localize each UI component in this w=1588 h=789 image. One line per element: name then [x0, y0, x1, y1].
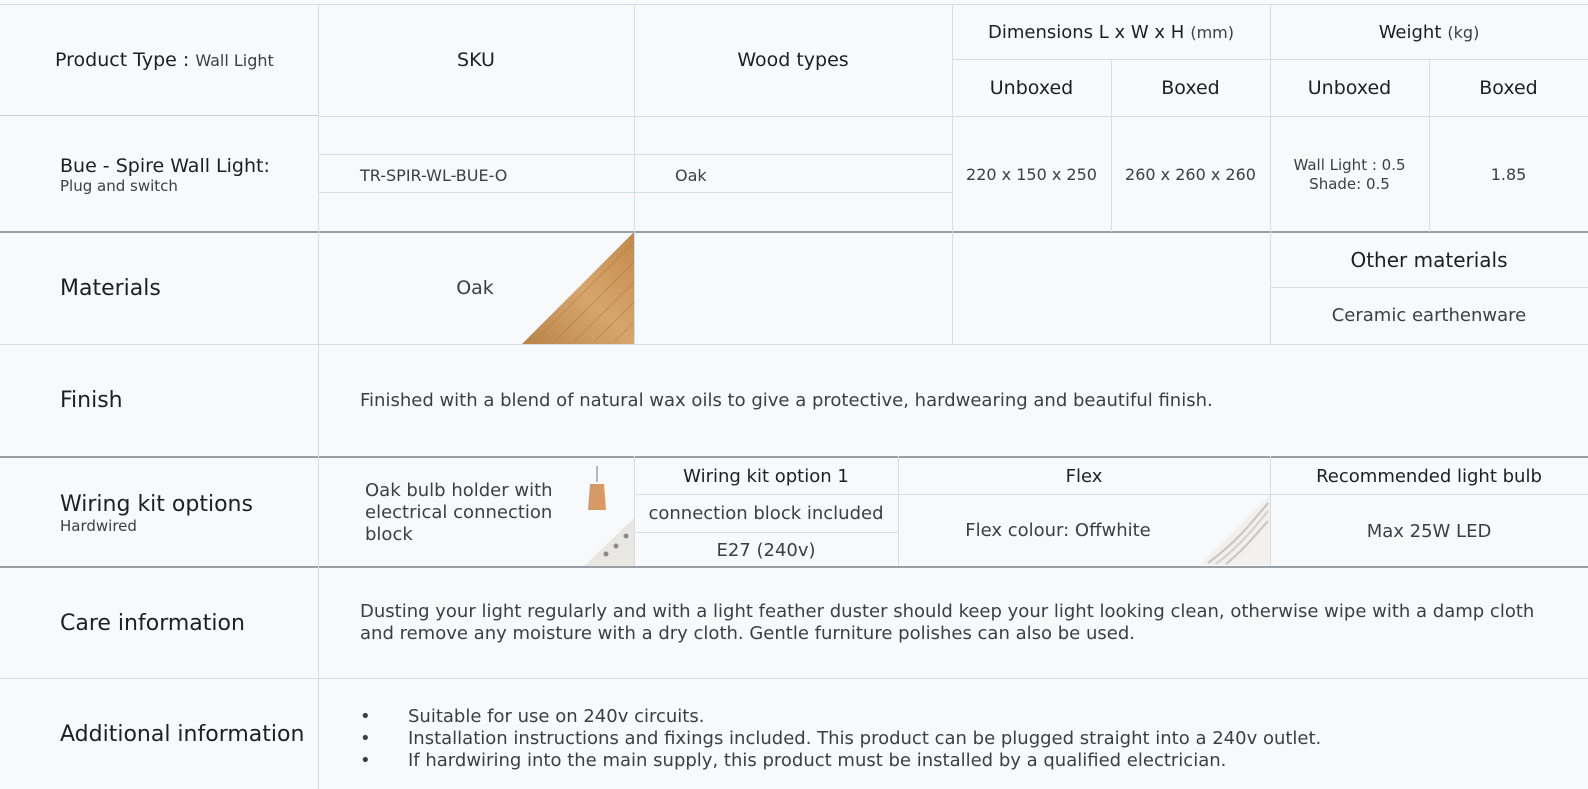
product-name-cell: Bue - Spire Wall Light: Plug and switch	[60, 155, 315, 215]
grid-line	[0, 678, 1588, 679]
grid-line	[0, 115, 318, 116]
dim-unboxed-header: Unboxed	[989, 76, 1074, 99]
other-materials-value: Ceramic earthenware	[1331, 305, 1527, 326]
grid-line	[1270, 287, 1588, 288]
product-type-label: Product Type :	[55, 49, 196, 71]
wood-value: Oak	[675, 165, 707, 185]
dimensions-unit: (mm)	[1190, 23, 1234, 42]
grid-line	[1429, 59, 1430, 232]
product-type-value: Wall Light	[195, 50, 274, 70]
wiring-label: Wiring kit options	[60, 492, 253, 517]
grid-line	[634, 4, 635, 344]
wiring-option-header: Wiring kit option 1	[683, 465, 849, 487]
sku-value: TR-SPIR-WL-BUE-O	[360, 165, 508, 185]
product-name: Bue - Spire Wall Light:	[60, 155, 270, 177]
row-divider	[0, 456, 1588, 458]
grid-line	[634, 494, 1588, 495]
care-label: Care information	[60, 610, 245, 636]
dim-boxed-header: Boxed	[1161, 76, 1220, 99]
grid-line	[318, 192, 952, 193]
row-divider	[0, 231, 1588, 233]
wood-types-header: Wood types	[737, 49, 849, 71]
grid-line	[0, 344, 1588, 345]
weight-boxed-header: Boxed	[1479, 76, 1538, 99]
bulb-header: Recommended light bulb	[1316, 465, 1542, 487]
product-variant: Plug and switch	[60, 177, 178, 195]
list-item: If hardwiring into the main supply, this…	[360, 750, 1560, 772]
grid-line	[0, 4, 1588, 5]
weight-unboxed-line1: Wall Light : 0.5	[1293, 155, 1406, 174]
flex-cable-image	[1200, 495, 1270, 565]
grid-line	[898, 456, 899, 566]
grid-line	[1270, 4, 1271, 344]
weight-unboxed-line2: Shade: 0.5	[1309, 174, 1390, 193]
weight-unboxed-header: Unboxed	[1307, 76, 1392, 99]
additional-list: Suitable for use on 240v circuits. Insta…	[360, 706, 1560, 772]
materials-label: Materials	[60, 275, 161, 301]
list-item: Installation instructions and fixings in…	[360, 728, 1560, 750]
additional-label: Additional information	[60, 721, 305, 747]
bulb-holder-text: Oak bulb holder with electrical connecti…	[365, 480, 553, 545]
wiring-option-line1: connection block included	[648, 503, 884, 524]
other-materials-header: Other materials	[1350, 247, 1508, 272]
flex-value: Flex colour: Offwhite	[965, 519, 1151, 541]
spec-sheet: Product Type : Wall Light SKU Wood types…	[0, 0, 1588, 789]
dim-unboxed-value: 220 x 150 x 250	[966, 165, 1097, 184]
grid-line	[318, 154, 952, 155]
grid-line	[952, 4, 953, 344]
oak-swatch-image	[522, 232, 634, 344]
wiring-sub: Hardwired	[60, 517, 137, 535]
weight-header: Weight (kg)	[1270, 5, 1588, 60]
wiring-option-line2: E27 (240v)	[716, 539, 816, 561]
dimensions-label: Dimensions L x W x H	[988, 22, 1185, 43]
weight-unboxed-value: Wall Light : 0.5 Shade: 0.5	[1270, 117, 1429, 232]
weight-boxed-value: 1.85	[1490, 165, 1527, 184]
row-divider	[0, 566, 1588, 568]
weight-unit: (kg)	[1447, 23, 1480, 42]
finish-text: Finished with a blend of natural wax oil…	[360, 390, 1213, 411]
grid-line	[1270, 456, 1271, 566]
flex-header: Flex	[1065, 465, 1103, 487]
wiring-label-cell: Wiring kit options Hardwired	[60, 492, 310, 542]
product-type-cell: Product Type : Wall Light	[55, 5, 310, 115]
bulb-value: Max 25W LED	[1366, 520, 1492, 542]
bulb-holder-image	[584, 466, 634, 566]
dim-boxed-value: 260 x 260 x 260	[1125, 165, 1256, 184]
weight-label: Weight	[1378, 22, 1442, 43]
list-item: Suitable for use on 240v circuits.	[360, 706, 1560, 728]
sku-header: SKU	[457, 49, 495, 71]
grid-line	[318, 116, 1588, 117]
grid-line	[634, 532, 898, 533]
grid-line	[318, 4, 319, 789]
grid-line	[1111, 59, 1112, 232]
grid-line	[634, 456, 635, 566]
dimensions-header: Dimensions L x W x H (mm)	[952, 5, 1270, 60]
finish-label: Finish	[60, 388, 123, 413]
care-text: Dusting your light regularly and with a …	[360, 601, 1535, 644]
